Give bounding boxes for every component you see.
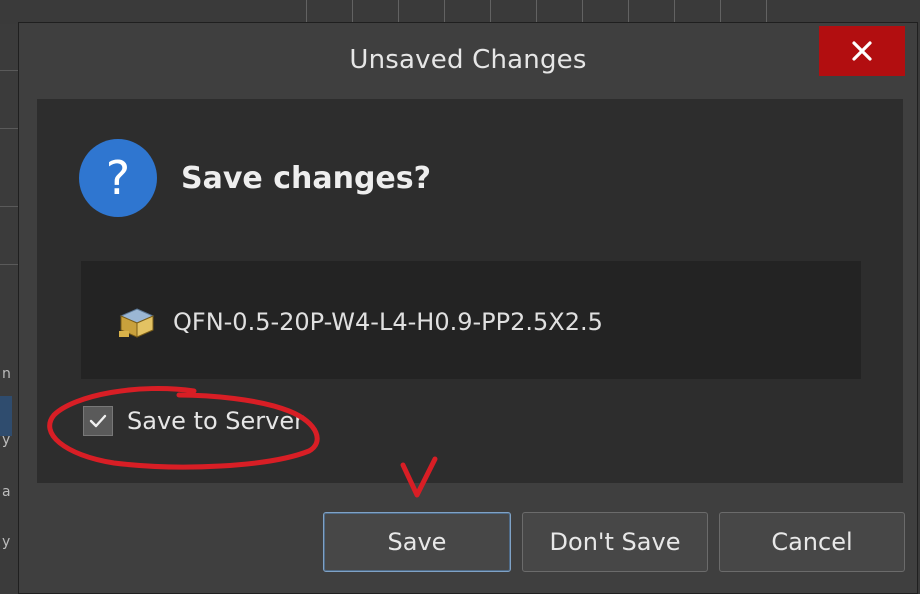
dialog-heading: Save changes?: [181, 161, 432, 196]
component-icon: [119, 308, 155, 338]
save-to-server-checkbox[interactable]: [83, 406, 113, 436]
unsaved-files-list: QFN-0.5-20P-W4-L4-H0.9-PP2.5X2.5: [81, 261, 861, 379]
cancel-button[interactable]: Cancel: [719, 512, 905, 572]
save-to-server-option[interactable]: Save to Server: [83, 399, 304, 443]
background-text-fragment: a: [2, 484, 11, 500]
checkmark-icon: [89, 414, 107, 428]
file-name: QFN-0.5-20P-W4-L4-H0.9-PP2.5X2.5: [173, 308, 603, 336]
close-button[interactable]: [819, 26, 905, 76]
screen: n y a y Unsaved Changes ? Save changes?: [0, 0, 920, 594]
save-to-server-label: Save to Server: [127, 407, 304, 435]
background-text-fragment: n: [2, 366, 11, 382]
dialog-content: ? Save changes? QFN-0.5-20P-W4-L4-H0.9-P…: [37, 99, 903, 483]
background-text-fragment: y: [2, 534, 11, 550]
dialog-title: Unsaved Changes: [349, 45, 587, 75]
save-button[interactable]: Save: [323, 512, 511, 572]
question-icon: ?: [79, 139, 157, 217]
background-text-fragment: y: [2, 432, 11, 448]
dont-save-button[interactable]: Don't Save: [522, 512, 708, 572]
dialog-titlebar[interactable]: Unsaved Changes: [19, 23, 917, 95]
unsaved-changes-dialog: Unsaved Changes ? Save changes? QFN-0.5-…: [18, 22, 918, 594]
close-icon: [852, 41, 872, 61]
